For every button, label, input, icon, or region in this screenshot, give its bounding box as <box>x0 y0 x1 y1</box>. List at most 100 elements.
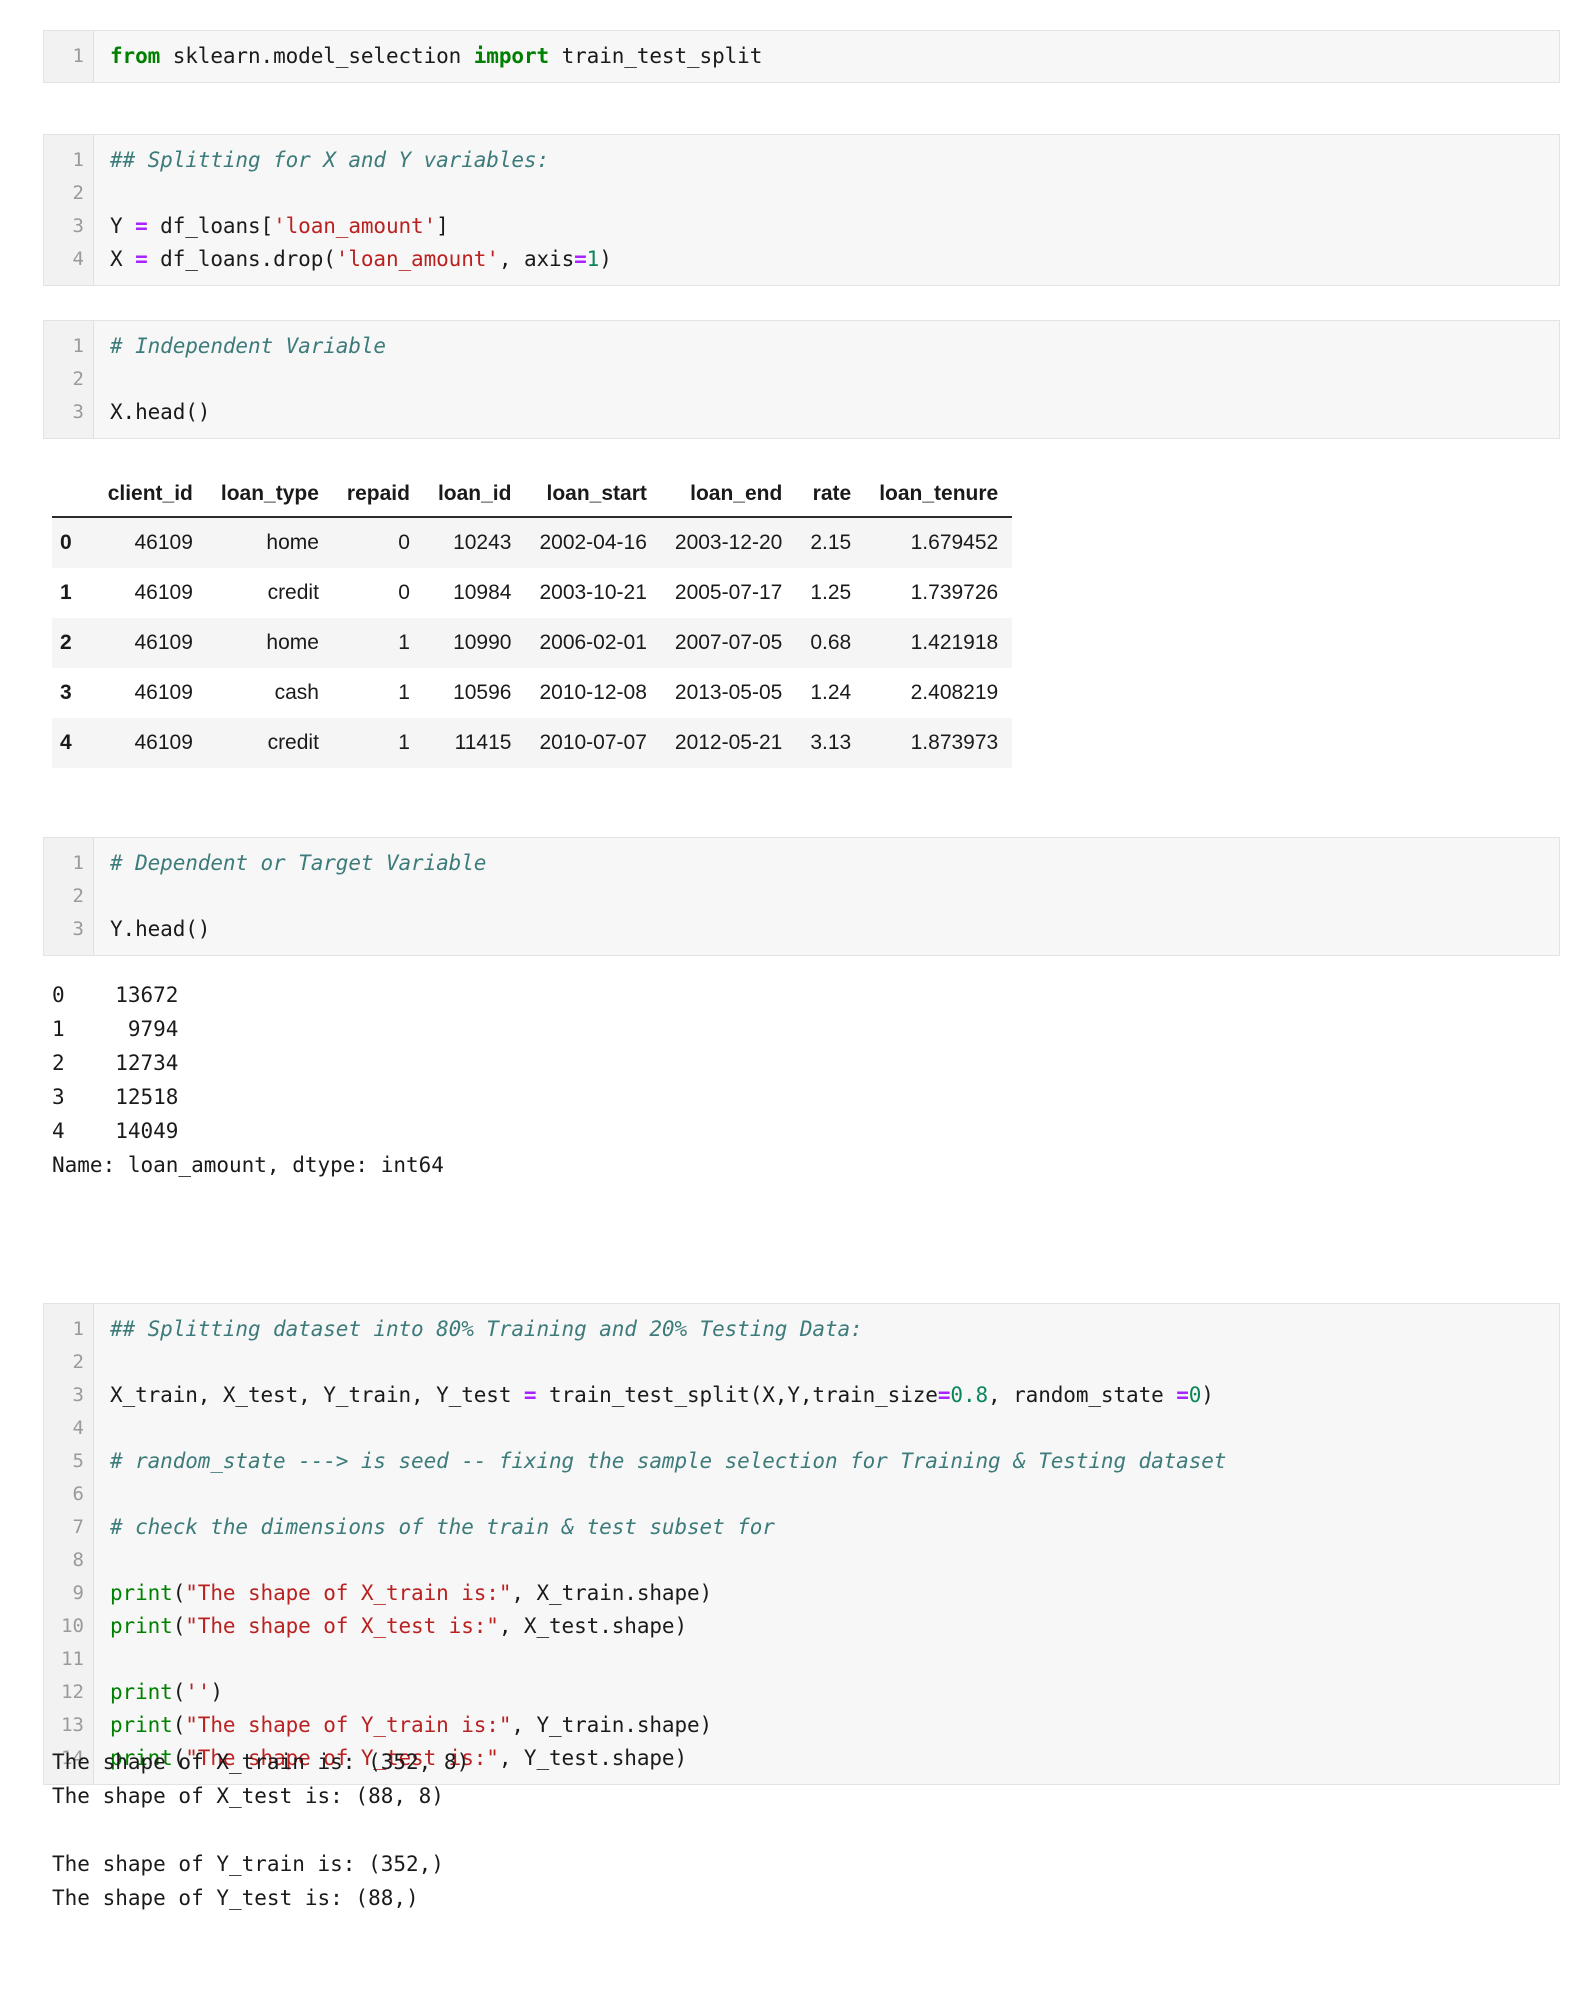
code-token: 0 <box>1188 1383 1202 1407</box>
table-column-header: loan_end <box>660 476 797 518</box>
table-cell: 2005-07-17 <box>674 581 783 604</box>
code-token: ) <box>599 247 612 271</box>
table-column-header: rate <box>796 476 866 518</box>
code-line: from sklearn.model_selection import trai… <box>110 40 1559 73</box>
code-token: ( <box>172 1713 186 1737</box>
line-number: 3 <box>72 401 84 423</box>
table-column-header: loan_type <box>206 476 333 518</box>
code-token: ( <box>172 1581 186 1605</box>
code-content[interactable]: from sklearn.model_selection import trai… <box>94 31 1559 82</box>
table-cell: 2012-05-21 <box>674 731 783 754</box>
table-cell: 10243 <box>453 531 512 554</box>
dataframe-output: client_id loan_type repaid loan_id loan_star… <box>52 476 1013 768</box>
code-token: "The shape of X_test is:" <box>185 1614 499 1638</box>
line-number: 10 <box>61 1615 84 1637</box>
line-number: 12 <box>61 1681 84 1703</box>
code-content[interactable]: ## Splitting dataset into 80% Training a… <box>94 1304 1559 1784</box>
line-number: 1 <box>72 45 84 67</box>
code-token: = <box>135 214 148 238</box>
table-cell: home <box>266 531 319 554</box>
code-token: 1 <box>586 247 600 271</box>
table-row-index: 4 <box>60 731 72 754</box>
table-column-header: loan_start <box>525 476 661 518</box>
table-column-header: loan_id <box>423 476 526 518</box>
code-line: X = df_loans.drop('loan_amount', axis=1) <box>110 243 1559 276</box>
code-cell-split-xy[interactable]: 1 2 3 4 ## Splitting for X and Y variables:… <box>43 134 1560 286</box>
code-cell-train-test-split[interactable]: 1 2 3 4 5 6 7 8 9 10 11 12 13 14 ## Splitting dataset… <box>43 1303 1560 1785</box>
table-row: 3 46109 cash 1 10596 2010-12-08 2013-05-05 1.24… <box>52 668 1013 718</box>
code-cell-independent-variable[interactable]: 1 2 3 # Independent Variable X.head() <box>43 320 1560 439</box>
code-token: = <box>135 247 148 271</box>
code-token: , Y_test.shape) <box>498 1746 687 1770</box>
code-token: ## Splitting for X and Y variables: <box>110 148 550 172</box>
code-token: print <box>110 1680 173 1704</box>
code-content[interactable]: # Independent Variable X.head() <box>94 321 1559 438</box>
table-row: 2 46109 home 1 10990 2006-02-01 2007-07-05 0.68… <box>52 618 1013 668</box>
code-token: print <box>110 1614 173 1638</box>
table-cell: 1.873973 <box>910 731 999 754</box>
code-token: print <box>110 1581 173 1605</box>
table-cell: 46109 <box>134 631 193 654</box>
code-token: = <box>937 1383 951 1407</box>
code-cell-import[interactable]: 1 from sklearn.model_selection import tr… <box>43 30 1560 83</box>
code-line: # Dependent or Target Variable <box>110 847 1559 880</box>
line-number: 1 <box>72 149 84 171</box>
table-column-header: loan_tenure <box>865 476 1013 518</box>
table-row-index: 2 <box>60 631 72 654</box>
table-cell: credit <box>267 581 319 604</box>
code-token: "The shape of Y_train is:" <box>185 1713 512 1737</box>
table-cell: 2003-12-20 <box>674 531 783 554</box>
code-token: = <box>1176 1383 1189 1407</box>
code-token: ] <box>436 214 449 238</box>
code-token: # check the dimensions of the train & te… <box>110 1515 775 1539</box>
code-line: # Independent Variable <box>110 330 1559 363</box>
line-number: 2 <box>72 885 84 907</box>
code-cell-dependent-variable[interactable]: 1 2 3 # Dependent or Target Variable Y.hea… <box>43 837 1560 956</box>
code-line: X.head() <box>110 396 1559 429</box>
table-cell: 2002-04-16 <box>539 531 647 554</box>
notebook-page: 1 from sklearn.model_selection import tr… <box>0 0 1585 1999</box>
table-cell: 46109 <box>134 531 193 554</box>
code-line: ## Splitting for X and Y variables: <box>110 144 1559 177</box>
line-number: 4 <box>72 1417 84 1439</box>
table-cell: 2010-07-07 <box>539 731 647 754</box>
table-cell: credit <box>267 731 319 754</box>
table-cell: 1.25 <box>810 581 852 604</box>
line-number: 4 <box>72 248 84 270</box>
line-number-gutter: 1 2 3 4 5 6 7 8 9 10 11 12 13 14 <box>44 1304 94 1784</box>
line-number-gutter: 1 2 3 <box>44 321 94 438</box>
line-number: 3 <box>72 215 84 237</box>
code-token: 0.8 <box>950 1383 989 1407</box>
code-token: Y.head() <box>110 917 211 941</box>
code-token: train_test_split <box>561 44 763 68</box>
code-token: from <box>110 44 173 68</box>
table-cell: 46109 <box>134 581 193 604</box>
table-cell: 1.24 <box>810 681 852 704</box>
code-token: X.head() <box>110 400 211 424</box>
table-cell: 46109 <box>134 731 193 754</box>
table-cell: 1.739726 <box>910 581 999 604</box>
code-line: print("The shape of Y_train is:", Y_trai… <box>110 1709 1559 1742</box>
code-content[interactable]: # Dependent or Target Variable Y.head() <box>94 838 1559 955</box>
code-line: # random_state ---> is seed -- fixing th… <box>110 1445 1559 1478</box>
table-cell: 2007-07-05 <box>674 631 783 654</box>
code-content[interactable]: ## Splitting for X and Y variables: Y = … <box>94 135 1559 285</box>
code-line: print("The shape of X_train is:", X_trai… <box>110 1577 1559 1610</box>
line-number: 6 <box>72 1483 84 1505</box>
code-token: import <box>473 44 562 68</box>
code-token: = <box>574 247 587 271</box>
line-number-gutter: 1 2 3 4 <box>44 135 94 285</box>
table-cell: 0.68 <box>810 631 852 654</box>
line-number: 1 <box>72 335 84 357</box>
code-token: ) <box>1201 1383 1214 1407</box>
line-number: 3 <box>72 918 84 940</box>
line-number: 3 <box>72 1384 84 1406</box>
code-token: df_loans[ <box>147 214 274 238</box>
code-token: train_test_split(X,Y,train_size <box>536 1383 938 1407</box>
table-cell: 10990 <box>453 631 512 654</box>
table-cell: 2006-02-01 <box>539 631 647 654</box>
table-cell: 11415 <box>454 731 512 754</box>
